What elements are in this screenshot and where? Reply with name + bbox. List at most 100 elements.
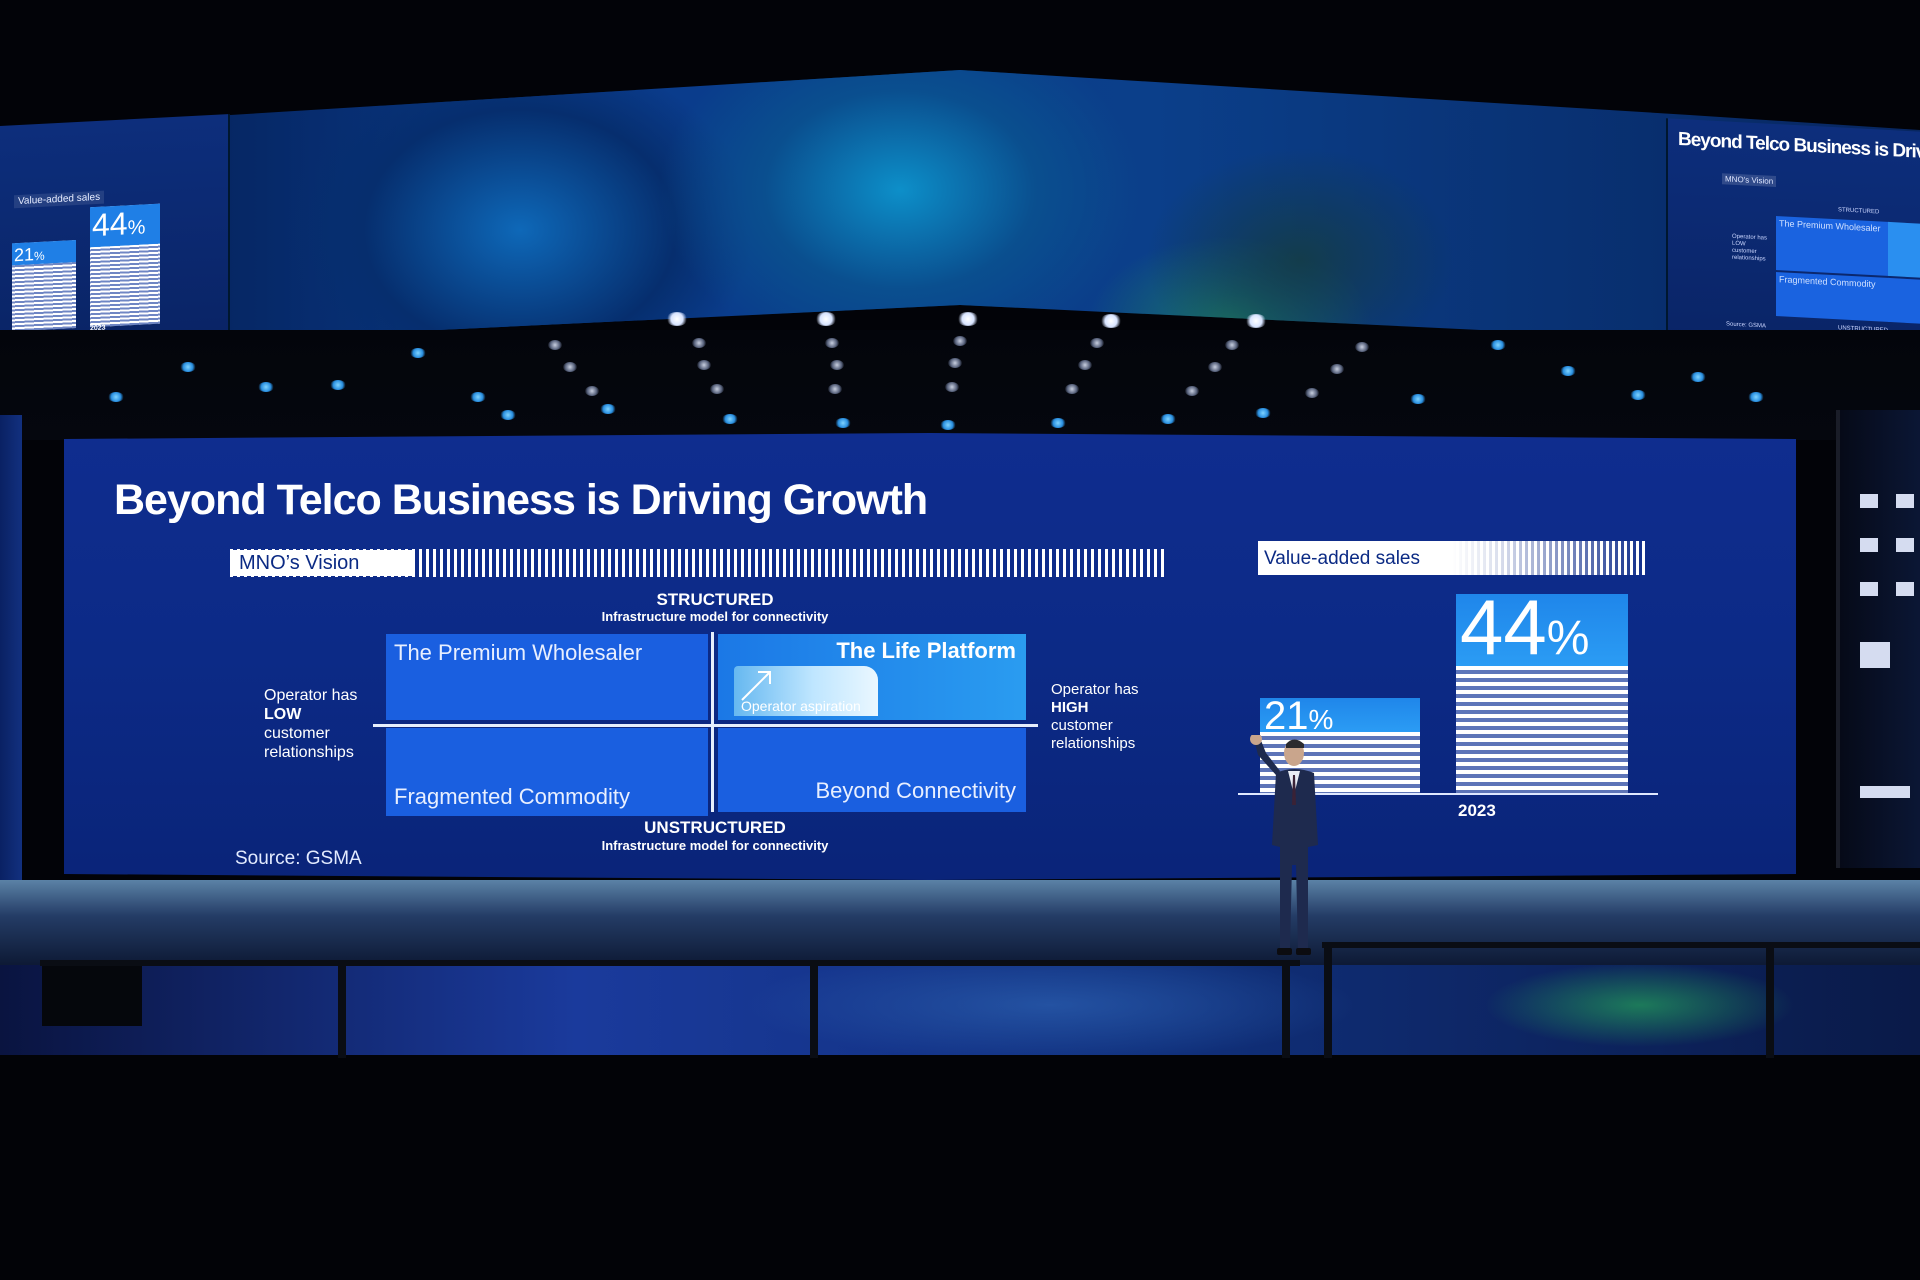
sponsor-logo	[1896, 494, 1914, 508]
top-right-vision: MNO’s Vision	[1722, 173, 1777, 188]
operator-aspiration-label: Operator aspiration	[741, 698, 861, 714]
caption-monitor	[42, 960, 142, 1026]
blue-stage-light	[600, 404, 616, 414]
rail-post	[1324, 946, 1332, 1058]
stage-light	[1355, 342, 1369, 352]
stage-light	[1245, 314, 1267, 328]
value-added-year-2023: 2023	[1458, 801, 1496, 820]
top-right-cell-top-right	[1888, 221, 1920, 279]
stage-light	[710, 384, 724, 394]
top-left-value-2015: 21%	[14, 244, 45, 266]
value-added-label: Value-added sales	[1264, 548, 1420, 569]
top-left-value-2023: 44%	[92, 205, 146, 244]
blue-stage-light	[722, 414, 738, 424]
stage-light	[828, 384, 842, 394]
stage-floor	[0, 880, 1920, 970]
presenter	[1250, 735, 1318, 955]
blue-stage-light	[1630, 390, 1646, 400]
unstructured-sublabel: Infrastructure model for connectivity	[601, 838, 829, 853]
blue-stage-light	[500, 410, 516, 420]
rail-post	[338, 966, 346, 1058]
blue-stage-light	[330, 380, 346, 390]
blue-stage-light	[108, 392, 124, 402]
blue-stage-light	[835, 418, 851, 428]
unstructured-label: UNSTRUCTURED	[644, 818, 786, 837]
sponsor-logo	[1896, 538, 1914, 552]
blue-stage-light	[1255, 408, 1271, 418]
blue-stage-light	[180, 362, 196, 372]
stage-light	[1065, 384, 1079, 394]
blue-stage-light	[940, 420, 956, 430]
sponsor-logo	[1860, 538, 1878, 552]
stage-light	[945, 382, 959, 392]
left-axis-text: Operator has LOW customer relationships	[264, 687, 358, 761]
quadrant-beyond-connectivity: Beyond Connectivity	[718, 728, 1026, 812]
stage-light	[666, 312, 688, 326]
structured-sublabel: Infrastructure model for connectivity	[601, 609, 829, 624]
right-axis-text: Operator has HIGH customer relationships	[1051, 681, 1139, 752]
top-left-screen: Value-added sales 21% 44% 2015 2023	[0, 113, 230, 344]
blue-stage-light	[258, 382, 274, 392]
stage-light	[1185, 386, 1199, 396]
stage-light	[830, 360, 844, 370]
rail-post	[1766, 944, 1774, 1058]
source-note: Source: GSMA	[235, 848, 362, 869]
rail-post	[1282, 962, 1290, 1058]
stage-rail	[1322, 942, 1920, 948]
lighting-truss	[0, 312, 1920, 440]
top-right-structured: STRUCTURED	[1838, 207, 1880, 216]
stage-light	[957, 312, 979, 326]
top-left-label: Value-added sales	[14, 190, 105, 209]
quadrant-premium-wholesaler: The Premium Wholesaler	[386, 634, 708, 720]
blue-stage-light	[1748, 392, 1764, 402]
top-right-title: Beyond Telco Business is Driving Grow	[1678, 128, 1920, 167]
structured-label: STRUCTURED	[656, 590, 774, 609]
stage-light	[1090, 338, 1104, 348]
left-side-screen	[0, 415, 22, 895]
stage-light	[1305, 388, 1319, 398]
sponsor-logo	[1860, 786, 1910, 798]
blue-stage-light	[470, 392, 486, 402]
stage-light	[1330, 364, 1344, 374]
right-side-screen	[1836, 410, 1920, 868]
sponsor-logo	[1860, 582, 1878, 596]
slide-title: Beyond Telco Business is Driving Growth	[114, 476, 928, 524]
blue-stage-light	[1160, 414, 1176, 424]
top-right-side-text: Operator has LOW customer relationships	[1732, 233, 1768, 263]
rail-post	[810, 964, 818, 1058]
stage-light	[815, 312, 837, 326]
stage-light	[1100, 314, 1122, 328]
bar-stripes	[1456, 666, 1628, 793]
blue-stage-light	[1490, 340, 1506, 350]
stage-light	[1208, 362, 1222, 372]
audience-floor	[0, 1055, 1920, 1280]
top-right-cell-bottom: Fragmented Commodity	[1776, 272, 1890, 323]
sponsor-logo	[1860, 494, 1878, 508]
stage-light	[825, 338, 839, 348]
blue-stage-light	[410, 348, 426, 358]
blue-stage-light	[1560, 366, 1576, 376]
stage-light	[953, 336, 967, 346]
stage-light	[948, 358, 962, 368]
stage-front-screen	[0, 965, 1920, 1055]
top-right-cell-bottom-right	[1888, 277, 1920, 325]
sponsor-logo	[1860, 642, 1890, 668]
stage-light	[585, 386, 599, 396]
top-led-screen	[0, 70, 1920, 350]
stage-light	[697, 360, 711, 370]
stage-light	[548, 340, 562, 350]
stage-rail	[40, 960, 1300, 966]
blue-stage-light	[1410, 394, 1426, 404]
vision-label: MNO’s Vision	[233, 550, 413, 576]
stage-light	[692, 338, 706, 348]
stage-light	[563, 362, 577, 372]
vertical-axis-line	[711, 632, 714, 812]
horizontal-axis-line	[373, 724, 1038, 727]
value-added-value-2: 44%	[1460, 583, 1590, 671]
top-right-cell-top: The Premium Wholesaler	[1776, 216, 1890, 277]
stage-light	[1225, 340, 1239, 350]
blue-stage-light	[1050, 418, 1066, 428]
sponsor-logo	[1896, 582, 1914, 596]
blue-stage-light	[1690, 372, 1706, 382]
top-right-source: Source: GSMA	[1726, 321, 1767, 330]
